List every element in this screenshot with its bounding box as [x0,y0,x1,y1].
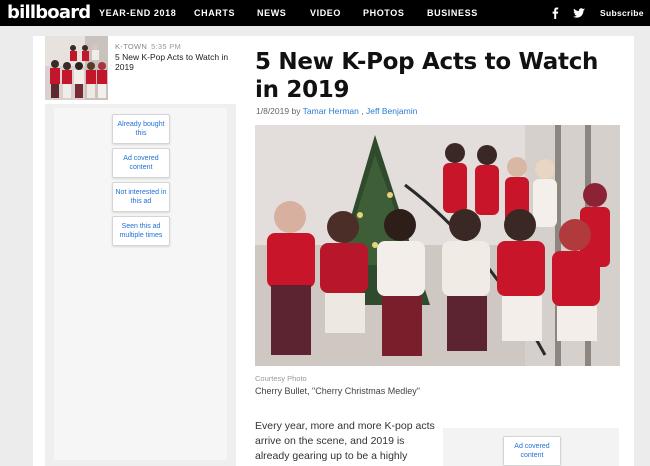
nav-charts[interactable]: CHARTS [194,0,235,26]
facebook-icon[interactable] [548,6,562,20]
story-title[interactable]: 5 New K-Pop Acts to Watch in 2019 [115,52,233,72]
sidebar-ad-area: Already bought this Ad covered content N… [45,104,236,466]
nav-business[interactable]: BUSINESS [427,0,478,26]
byline-by: by [291,106,301,116]
ad-option-seen-multiple[interactable]: Seen this ad multiple times [112,216,170,246]
ad-option-already-bought[interactable]: Already bought this [112,114,170,144]
top-nav: billboard YEAR-END 2018 CHARTS NEWS VIDE… [0,0,650,26]
story-thumbnail[interactable] [45,36,108,100]
sidebar-story-card[interactable]: K-TOWN 5:35 PM 5 New K-Pop Acts to Watch … [45,36,236,100]
twitter-icon[interactable] [572,6,586,20]
author-link-jeff-benjamin[interactable]: Jeff Benjamin [366,106,417,116]
ad-option-covered-content[interactable]: Ad covered content [112,148,170,178]
inline-ad-option-covered-content[interactable]: Ad covered content [503,436,561,466]
nav-photos[interactable]: PHOTOS [363,0,404,26]
photo-credit: Courtesy Photo [255,374,307,383]
subscribe-link[interactable]: Subscribe [600,0,644,26]
ad-option-not-interested[interactable]: Not interested in this ad [112,182,170,212]
story-category: K-TOWN [115,42,148,51]
article-body: Every year, more and more K-pop acts arr… [255,420,435,466]
nav-year-end-2018[interactable]: YEAR-END 2018 [99,0,176,26]
photo-caption: Cherry Bullet, "Cherry Christmas Medley" [255,386,420,396]
article-date: 1/8/2019 [256,106,290,116]
billboard-logo[interactable]: billboard [7,1,91,25]
article-byline: 1/8/2019 by Tamar Herman , Jeff Benjamin [256,106,418,116]
nav-news[interactable]: NEWS [257,0,286,26]
story-time: 5:35 PM [151,42,182,51]
article-headline: 5 New K-Pop Acts to Watch in 2019 [255,49,599,103]
sidebar-ad-inner: Already bought this Ad covered content N… [54,108,227,460]
story-kicker: K-TOWN 5:35 PM [115,42,181,51]
author-link-tamar-herman[interactable]: Tamar Herman [303,106,359,116]
article-hero-image [255,125,620,366]
nav-video[interactable]: VIDEO [310,0,341,26]
inline-ad-area: Ad covered content [443,428,619,466]
